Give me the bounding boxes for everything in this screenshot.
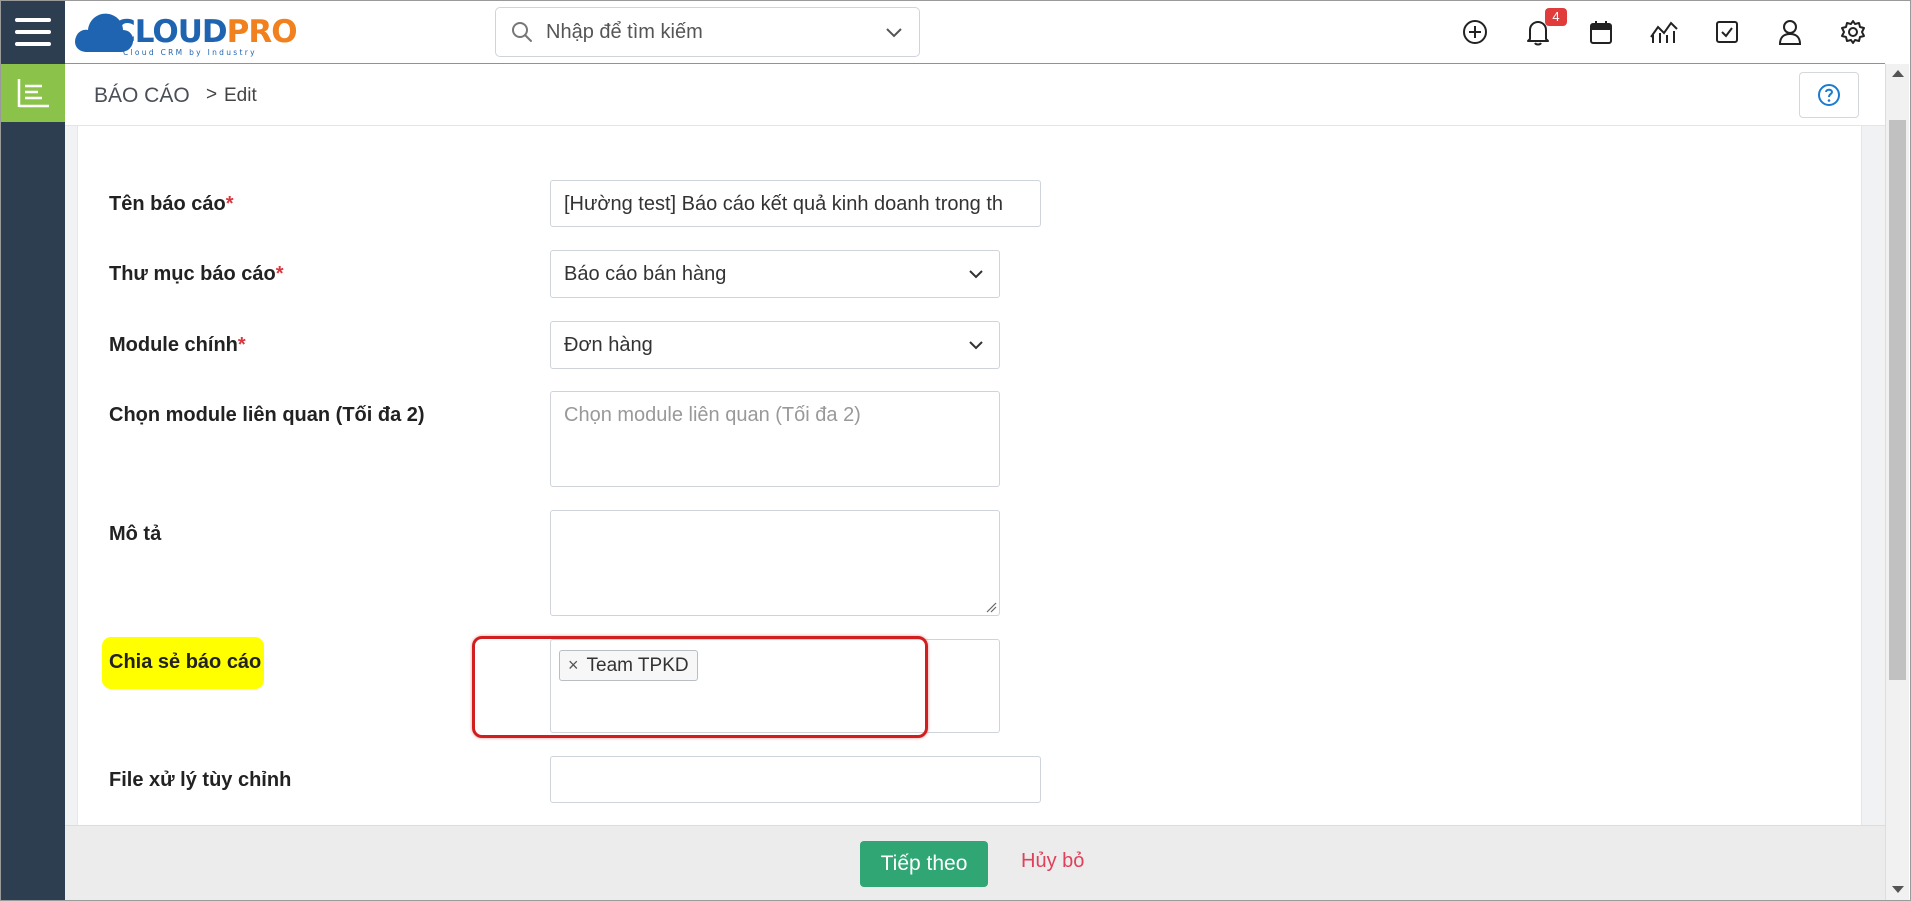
help-circle-icon <box>1818 84 1840 106</box>
report-folder-label: Thư mục báo cáo* <box>109 263 284 285</box>
chip-remove-button[interactable]: × <box>568 655 579 676</box>
report-name-label: Tên báo cáo* <box>109 193 234 215</box>
user-profile-button[interactable] <box>1775 17 1805 47</box>
breadcrumb-current-page: Edit <box>224 85 257 106</box>
report-chart-icon <box>1650 21 1678 43</box>
breadcrumb-module-title[interactable]: BÁO CÁO <box>94 84 190 108</box>
task-check-icon <box>1716 21 1738 43</box>
hamburger-menu-button[interactable] <box>0 0 65 64</box>
logo-tagline: Cloud CRM by Industry <box>123 48 257 57</box>
settings-button[interactable] <box>1838 17 1868 47</box>
report-folder-value: Báo cáo bán hàng <box>564 263 727 285</box>
report-folder-select[interactable]: Báo cáo bán hàng <box>550 250 1000 298</box>
chevron-down-icon <box>969 341 983 350</box>
cancel-link[interactable]: Hủy bỏ <box>1021 850 1084 873</box>
main-module-select[interactable]: Đơn hàng <box>550 321 1000 369</box>
search-icon <box>512 22 532 42</box>
resize-handle-icon[interactable] <box>985 601 997 613</box>
tasks-button[interactable] <box>1712 17 1742 47</box>
search-input-placeholder[interactable]: Nhập để tìm kiếm <box>546 21 883 44</box>
form-footer: Tiếp theo Hủy bỏ <box>65 825 1885 901</box>
sidebar-item-reports[interactable] <box>0 64 65 122</box>
breadcrumb: BÁO CÁO > Edit <box>65 64 1885 126</box>
custom-file-input[interactable] <box>550 756 1041 803</box>
logo-wordmark: CLOUDPRO <box>113 14 298 50</box>
vertical-scrollbar[interactable] <box>1885 64 1909 901</box>
main-module-label: Module chính* <box>109 334 246 356</box>
chip-label: Team TPKD <box>586 654 689 676</box>
share-chip: × Team TPKD <box>559 650 698 681</box>
global-search-box[interactable]: Nhập để tìm kiếm <box>495 7 920 57</box>
top-navigation-bar: CLOUDPRO Cloud CRM by Industry Nhập để t… <box>0 0 1885 64</box>
calendar-icon <box>1590 21 1612 44</box>
related-modules-placeholder: Chọn module liên quan (Tối đa 2) <box>564 404 861 426</box>
main-module-value: Đơn hàng <box>564 334 653 356</box>
report-name-value: [Hường test] Báo cáo kết quả kinh doanh … <box>564 193 1004 215</box>
left-sidebar <box>0 64 65 901</box>
add-new-button[interactable] <box>1460 17 1490 47</box>
report-name-input[interactable]: [Hường test] Báo cáo kết quả kinh doanh … <box>550 180 1041 227</box>
plus-circle-icon <box>1463 20 1487 44</box>
share-report-multiselect[interactable]: × Team TPKD <box>550 639 1000 733</box>
scroll-down-arrow-icon[interactable] <box>1892 886 1904 893</box>
next-button[interactable]: Tiếp theo <box>860 841 988 887</box>
notification-count-badge: 4 <box>1545 8 1567 26</box>
chevron-down-icon <box>969 270 983 279</box>
breadcrumb-separator: > <box>206 84 218 105</box>
cloudpro-logo[interactable]: CLOUDPRO Cloud CRM by Industry <box>73 6 303 57</box>
scroll-up-arrow-icon[interactable] <box>1892 70 1904 77</box>
related-modules-label: Chọn module liên quan (Tối đa 2) <box>109 404 425 426</box>
calendar-button[interactable] <box>1586 17 1616 47</box>
related-modules-multiselect[interactable]: Chọn module liên quan (Tối đa 2) <box>550 391 1000 487</box>
gear-icon <box>1841 20 1865 44</box>
hamburger-icon <box>14 18 51 46</box>
report-list-icon <box>17 79 49 108</box>
description-textarea[interactable] <box>550 510 1000 616</box>
custom-file-label: File xử lý tùy chỉnh <box>109 769 292 791</box>
report-edit-form: Tên báo cáo* [Hường test] Báo cáo kết qu… <box>77 126 1862 825</box>
help-button[interactable] <box>1799 72 1859 118</box>
chevron-down-icon[interactable] <box>883 21 905 43</box>
main-content: Tên báo cáo* [Hường test] Báo cáo kết qu… <box>65 126 1885 825</box>
scrollbar-thumb[interactable] <box>1889 120 1906 680</box>
user-icon <box>1778 20 1802 45</box>
description-label: Mô tả <box>109 523 162 545</box>
share-report-label: Chia sẻ báo cáo <box>109 651 262 673</box>
reports-button[interactable] <box>1649 17 1679 47</box>
